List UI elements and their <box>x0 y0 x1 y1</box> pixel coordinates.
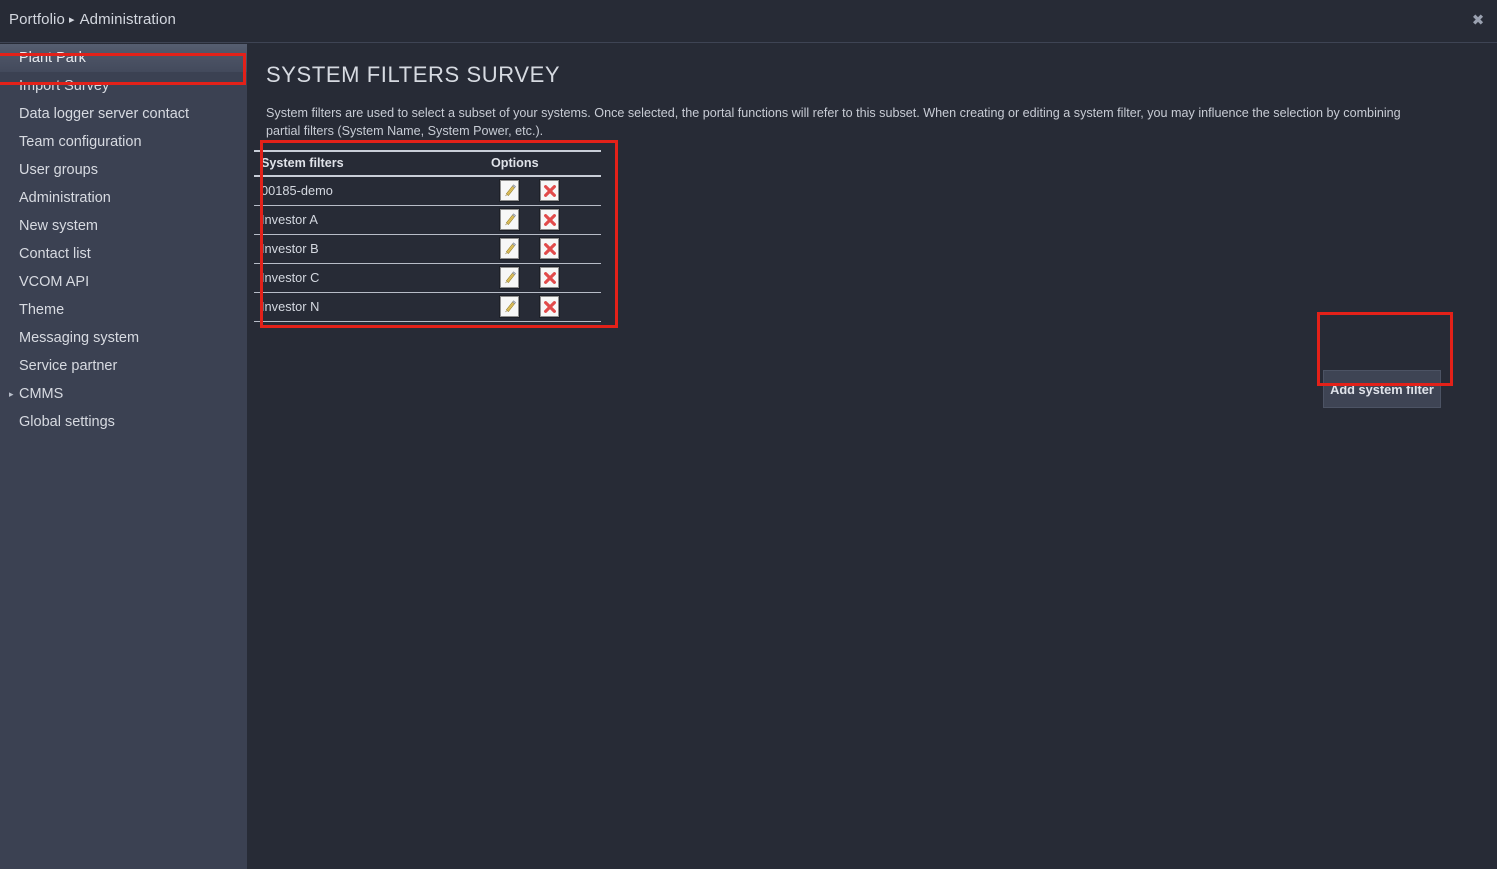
edit-filter-button[interactable] <box>500 238 519 259</box>
sidebar-item-label: CMMS <box>19 386 64 402</box>
breadcrumb: Portfolio ▸ Administration <box>9 11 176 28</box>
sidebar-navigation: Plant Park Import Survey Data logger serve… <box>0 44 247 869</box>
sidebar-item-label: Data logger server contact <box>19 106 190 122</box>
filter-name-cell: Investor N <box>254 292 491 322</box>
sidebar-item-label: Plant Park <box>19 50 86 66</box>
options-cell <box>491 234 601 264</box>
sidebar-item-label: Messaging system <box>19 330 140 346</box>
breadcrumb-current[interactable]: Administration <box>80 11 176 28</box>
sidebar-item-cmms[interactable]: ▸ CMMS <box>0 380 247 408</box>
sidebar-item-contact-list[interactable]: Contact list <box>0 240 247 268</box>
pencil-edit-icon <box>503 183 517 198</box>
sidebar-item-administration[interactable]: Administration <box>0 184 247 212</box>
table-row: 00185-demo <box>254 176 601 206</box>
sidebar-item-label: New system <box>19 218 98 234</box>
table-header-row: System filters Options <box>254 150 601 177</box>
sidebar-item-label: Contact list <box>19 246 91 262</box>
edit-filter-button[interactable] <box>500 267 519 288</box>
red-x-delete-icon <box>543 184 557 198</box>
sidebar-item-label: Administration <box>19 190 111 206</box>
sidebar-item-label: Team configuration <box>19 134 142 150</box>
edit-filter-button[interactable] <box>500 296 519 317</box>
delete-filter-button[interactable] <box>540 180 559 202</box>
table-row: Investor N <box>254 292 601 322</box>
title-bar: Portfolio ▸ Administration ✖ <box>0 0 1497 43</box>
sidebar-item-label: User groups <box>19 162 98 178</box>
options-cell <box>491 205 601 235</box>
close-icon[interactable]: ✖ <box>1468 11 1488 31</box>
sidebar-item-import-survey[interactable]: Import Survey <box>0 72 247 100</box>
pencil-edit-icon <box>503 270 517 285</box>
sidebar-item-plant-park[interactable]: Plant Park <box>0 44 247 72</box>
row-action-buttons <box>491 296 601 317</box>
table-row: Investor B <box>254 234 601 264</box>
row-action-buttons <box>491 267 601 288</box>
breadcrumb-root[interactable]: Portfolio <box>9 11 65 28</box>
row-action-buttons <box>491 238 601 259</box>
pencil-edit-icon <box>503 212 517 227</box>
edit-filter-button[interactable] <box>500 209 519 230</box>
red-x-delete-icon <box>543 242 557 256</box>
red-x-delete-icon <box>543 271 557 285</box>
delete-filter-button[interactable] <box>540 267 559 288</box>
main-content: SYSTEM FILTERS SURVEY System filters are… <box>247 44 1497 869</box>
breadcrumb-separator-icon: ▸ <box>68 14 75 26</box>
options-cell <box>491 263 601 293</box>
red-x-delete-icon <box>543 213 557 227</box>
filter-name-cell: 00185-demo <box>254 176 491 206</box>
sidebar-item-data-logger-server-contact[interactable]: Data logger server contact <box>0 100 247 128</box>
sidebar-item-label: Global settings <box>19 414 115 430</box>
table-row: Investor C <box>254 263 601 293</box>
chevron-right-icon[interactable]: ▸ <box>9 380 14 408</box>
row-action-buttons <box>491 209 601 230</box>
application-window: Portfolio ▸ Administration ✖ Plant Park Imp… <box>0 0 1497 869</box>
sidebar-item-messaging-system[interactable]: Messaging system <box>0 324 247 352</box>
options-cell <box>491 292 601 322</box>
sidebar-item-team-configuration[interactable]: Team configuration <box>0 128 247 156</box>
pencil-edit-icon <box>503 241 517 256</box>
table-row: Investor A <box>254 205 601 235</box>
sidebar-item-global-settings[interactable]: Global settings <box>0 408 247 436</box>
filter-name-cell: Investor C <box>254 263 491 293</box>
edit-filter-button[interactable] <box>500 180 519 202</box>
delete-filter-button[interactable] <box>540 238 559 259</box>
column-header-options: Options <box>491 150 601 177</box>
filter-name-cell: Investor A <box>254 205 491 235</box>
options-cell <box>491 176 601 206</box>
sidebar-item-vcom-api[interactable]: VCOM API <box>0 268 247 296</box>
sidebar-item-label: Theme <box>19 302 65 318</box>
row-action-buttons <box>491 180 601 202</box>
add-system-filter-button[interactable]: Add system filter <box>1323 370 1441 408</box>
red-x-delete-icon <box>543 300 557 314</box>
system-filters-table: System filters Options 00185-demo Investo… <box>254 150 601 322</box>
filter-name-cell: Investor B <box>254 234 491 264</box>
delete-filter-button[interactable] <box>540 296 559 317</box>
sidebar-item-label: VCOM API <box>19 274 90 290</box>
page-title: SYSTEM FILTERS SURVEY <box>266 62 561 87</box>
sidebar-item-label: Import Survey <box>19 78 110 94</box>
sidebar-item-theme[interactable]: Theme <box>0 296 247 324</box>
sidebar-item-new-system[interactable]: New system <box>0 212 247 240</box>
column-header-system-filters: System filters <box>254 150 491 177</box>
sidebar-item-label: Service partner <box>19 358 118 374</box>
sidebar-item-user-groups[interactable]: User groups <box>0 156 247 184</box>
pencil-edit-icon <box>503 299 517 314</box>
sidebar-item-service-partner[interactable]: Service partner <box>0 352 247 380</box>
page-description: System filters are used to select a subs… <box>266 106 1401 138</box>
delete-filter-button[interactable] <box>540 209 559 230</box>
